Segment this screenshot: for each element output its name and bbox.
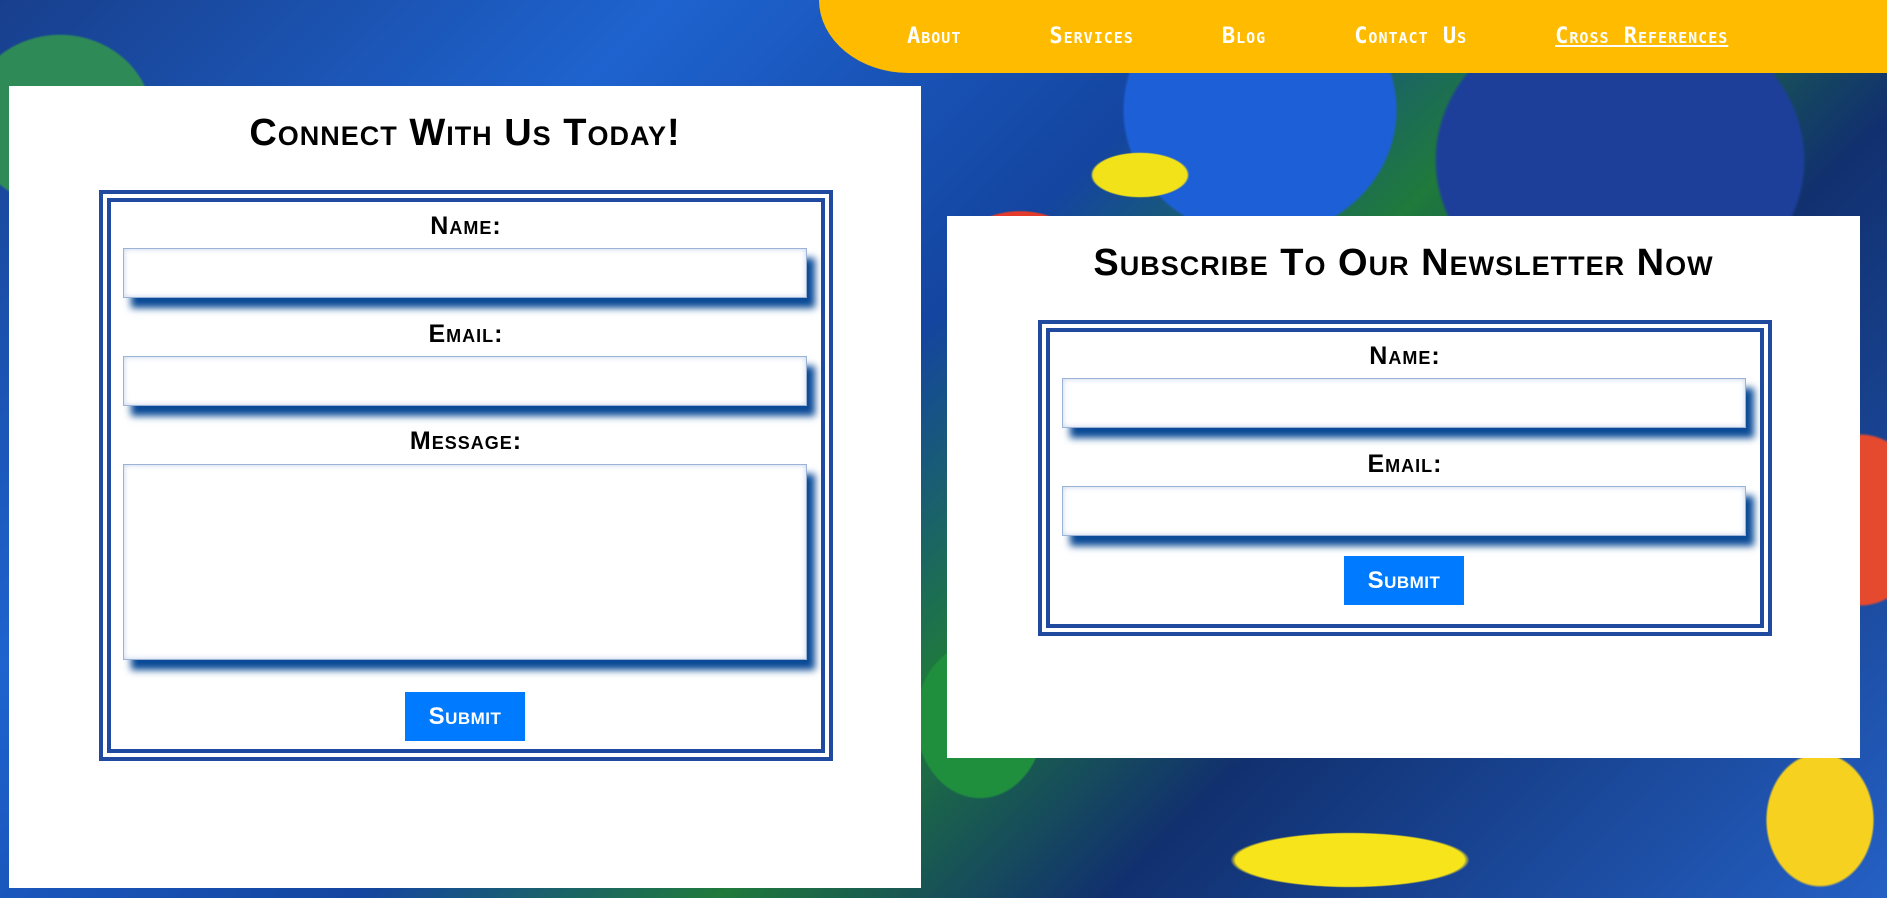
nav-link-about[interactable]: About	[907, 24, 961, 49]
newsletter-title: Subscribe To Our Newsletter Now	[1093, 242, 1714, 284]
newsletter-email-label: Email:	[1367, 450, 1443, 478]
nav-link-cross-references[interactable]: Cross References	[1555, 24, 1728, 49]
contact-form: Name: Email: Message: Submit	[107, 198, 825, 753]
newsletter-email-input[interactable]	[1062, 486, 1746, 536]
contact-name-label: Name:	[430, 212, 502, 240]
newsletter-name-label: Name:	[1369, 342, 1441, 370]
newsletter-form-frame: Name: Email: Submit	[1038, 320, 1772, 636]
top-navigation: About Services Blog Contact Us Cross Ref…	[819, 0, 1887, 73]
contact-card: Connect With Us Today! Name: Email: Mess…	[9, 86, 921, 888]
contact-submit-button[interactable]: Submit	[405, 692, 525, 741]
newsletter-submit-button[interactable]: Submit	[1344, 556, 1464, 605]
newsletter-card: Subscribe To Our Newsletter Now Name: Em…	[947, 216, 1860, 758]
contact-email-input[interactable]	[123, 356, 807, 406]
nav-link-blog[interactable]: Blog	[1222, 24, 1266, 49]
contact-form-frame: Name: Email: Message: Submit	[99, 190, 833, 761]
nav-link-services[interactable]: Services	[1049, 24, 1133, 49]
contact-email-label: Email:	[428, 320, 504, 348]
contact-title: Connect With Us Today!	[249, 112, 681, 154]
contact-message-textarea[interactable]	[123, 464, 807, 660]
contact-name-input[interactable]	[123, 248, 807, 298]
contact-message-label: Message:	[409, 427, 523, 455]
newsletter-name-input[interactable]	[1062, 378, 1746, 428]
nav-link-contact-us[interactable]: Contact Us	[1354, 24, 1467, 49]
newsletter-form: Name: Email: Submit	[1046, 328, 1764, 628]
